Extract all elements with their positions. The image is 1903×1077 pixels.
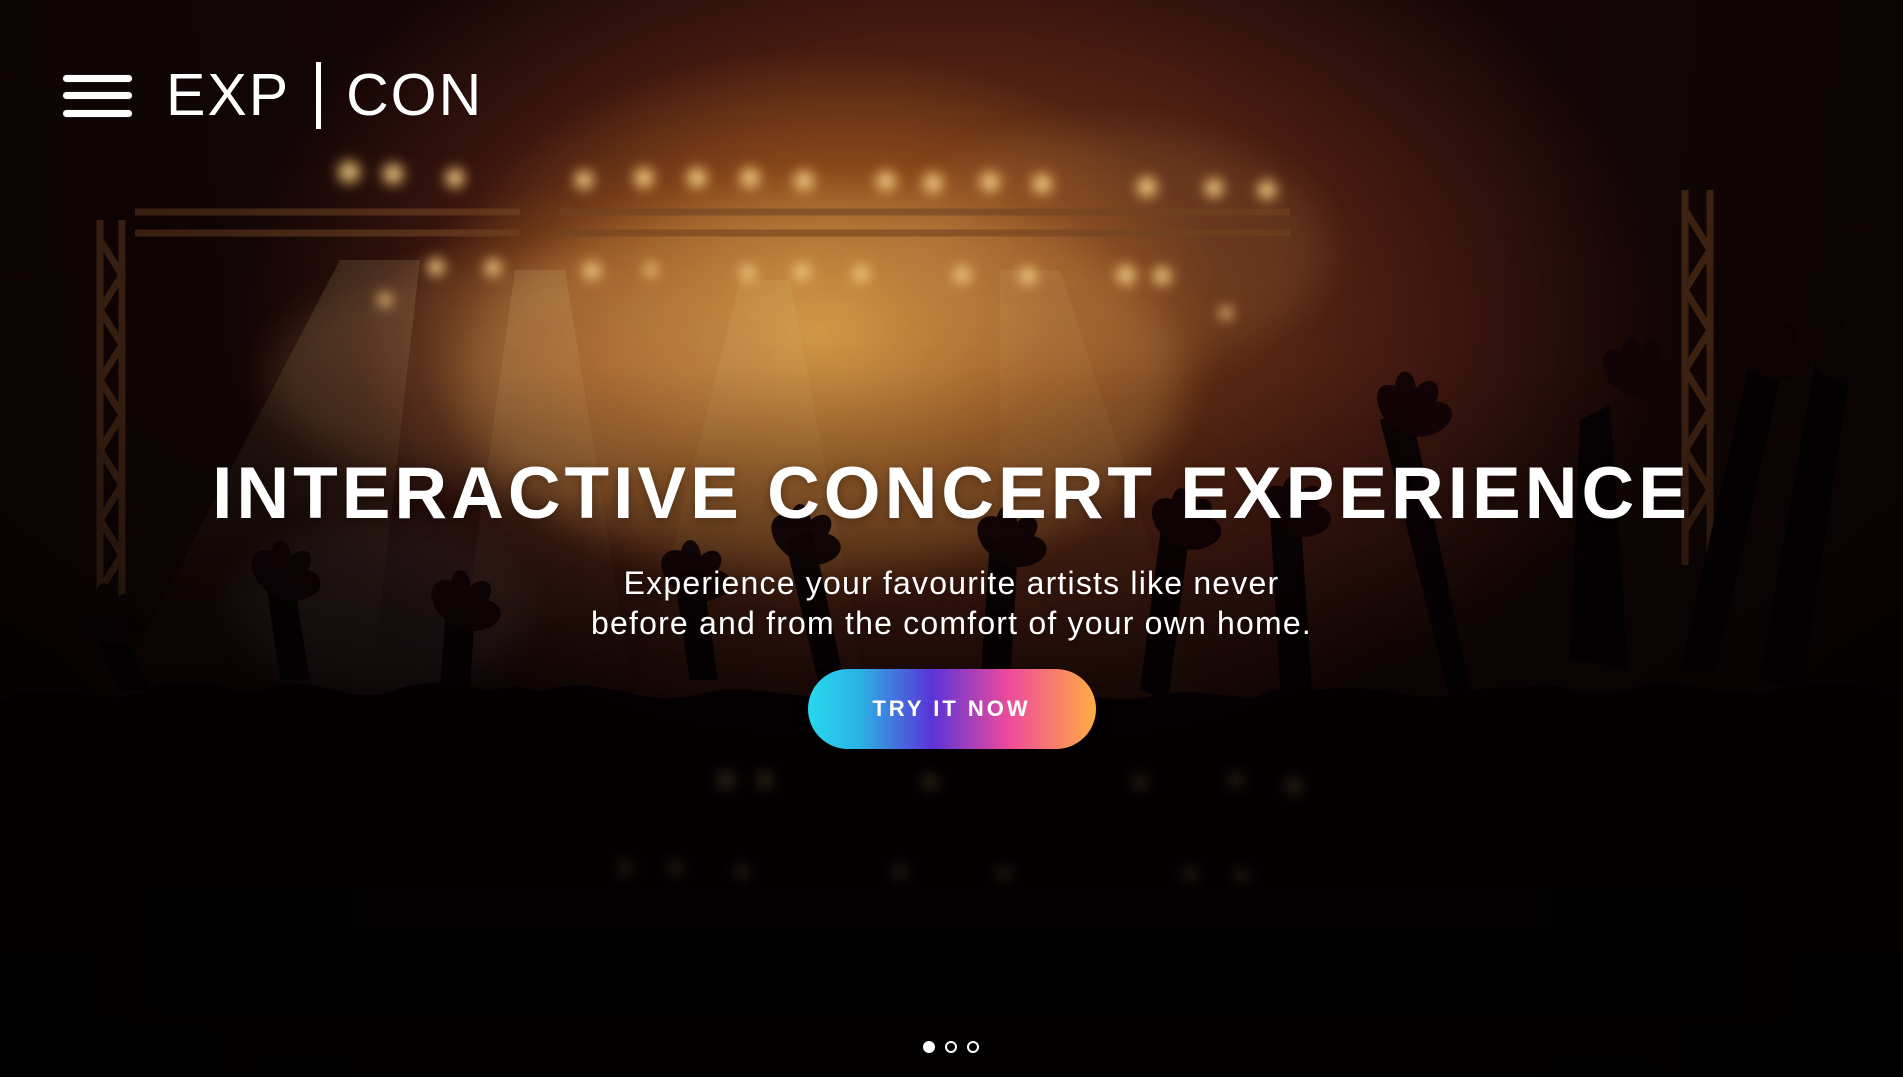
hero-content: INTERACTIVE CONCERT EXPERIENCE Experienc… <box>0 452 1903 749</box>
hero-subtitle: Experience your favourite artists like n… <box>527 563 1377 643</box>
concert-hero: EXP CON INTERACTIVE CONCERT EXPERIENCE E… <box>0 0 1903 1077</box>
menu-line-bottom <box>63 109 132 117</box>
hero-subtitle-line-1: Experience your favourite artists like n… <box>623 565 1280 601</box>
brand-right-text: CON <box>346 62 484 128</box>
carousel-dot-3[interactable] <box>967 1041 979 1053</box>
brand-left-text: EXP <box>166 62 291 128</box>
hero-title: INTERACTIVE CONCERT EXPERIENCE <box>212 453 1691 534</box>
try-it-now-button[interactable]: TRY IT NOW <box>807 669 1096 749</box>
brand-divider <box>316 62 322 129</box>
top-navigation: EXP CON <box>63 62 483 129</box>
menu-line-middle <box>63 92 132 99</box>
menu-line-top <box>63 74 132 82</box>
carousel-pagination <box>923 1041 979 1053</box>
brand-logo[interactable]: EXP CON <box>166 62 483 129</box>
hero-subtitle-line-2: before and from the comfort of your own … <box>591 605 1312 641</box>
carousel-dot-1[interactable] <box>923 1041 935 1053</box>
hamburger-menu-icon[interactable] <box>63 74 132 117</box>
carousel-dot-2[interactable] <box>945 1041 957 1053</box>
